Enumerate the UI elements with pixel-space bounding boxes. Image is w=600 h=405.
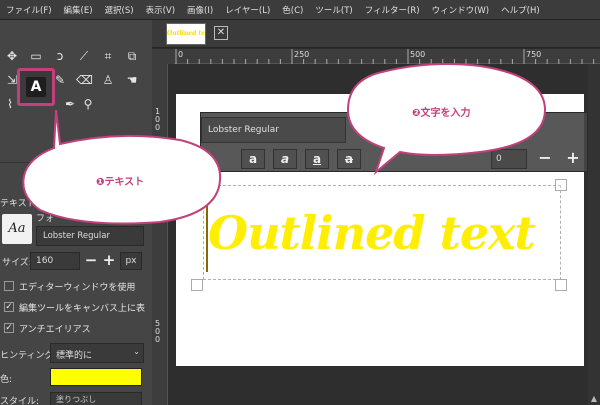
chevron-down-icon: ⌄ — [133, 347, 140, 356]
color-label: 色: — [0, 375, 13, 385]
canvas-text[interactable]: Outlined text — [208, 193, 558, 273]
strikethrough-button[interactable]: a — [337, 149, 361, 169]
lasso-icon[interactable]: ↄ — [52, 48, 68, 64]
hinting-label: ヒンティング: — [0, 351, 57, 361]
edit-on-canvas-checkbox[interactable]: ✓ 編集ツールをキャンバス上に表 — [4, 300, 150, 314]
size-label: サイズ: — [2, 258, 32, 268]
edit-on-canvas-label: 編集ツールをキャンバス上に表 — [19, 303, 146, 314]
vertical-ruler[interactable]: 1 0 0 5 0 0 — [152, 64, 168, 405]
horizontal-ruler[interactable]: 0 250 500 750 — [174, 49, 600, 64]
scroll-down-icon[interactable]: ▲ — [588, 393, 600, 405]
menu-item[interactable]: 編集(E) — [58, 4, 99, 16]
ruler-label: 0 — [155, 335, 161, 344]
checkbox-icon — [4, 281, 14, 291]
font-label: フォ — [36, 214, 55, 224]
menu-item[interactable]: レイヤー(L) — [219, 4, 276, 16]
toolbar-value-input[interactable]: 0 — [491, 149, 527, 169]
toolbar-plus-button[interactable]: + — [563, 147, 583, 169]
paths-icon[interactable]: ⌇ — [2, 96, 18, 112]
menu-item[interactable]: 色(C) — [276, 4, 309, 16]
resize-handle-top-left[interactable] — [191, 179, 203, 191]
ruler-label: 0 — [178, 50, 184, 59]
ruler-label: 500 — [410, 50, 426, 59]
check-icon: ✓ — [4, 323, 14, 333]
unified-transform-icon[interactable]: ⧉ — [124, 48, 140, 64]
use-editor-label: エディターウィンドウを使用 — [19, 282, 136, 293]
underline-button[interactable]: a — [305, 149, 329, 169]
text-color-swatch[interactable] — [50, 368, 142, 386]
ruler-label: 250 — [294, 50, 310, 59]
zoom-icon[interactable]: ⚲ — [80, 96, 96, 112]
crop-icon[interactable]: ⌗ — [100, 48, 116, 64]
bold-button[interactable]: a — [241, 149, 265, 169]
canvas-vertical-scrollbar[interactable]: ▲ — [588, 64, 600, 405]
eraser-icon[interactable]: ⌫ — [76, 72, 93, 88]
menu-item[interactable]: ツール(T) — [309, 4, 358, 16]
menu-bar: ファイル(F) 編集(E) 選択(S) 表示(V) 画像(I) レイヤー(L) 色(C) ツー… — [0, 0, 600, 20]
text-tool-icon: A — [26, 77, 46, 97]
style-select[interactable]: 塗りつぶし — [50, 392, 142, 405]
move-icon[interactable]: ✥ — [4, 48, 20, 64]
size-input[interactable]: 160 — [30, 252, 80, 270]
hinting-select[interactable]: 標準的に ⌄ — [50, 343, 144, 363]
font-preview-button[interactable]: Aa — [2, 214, 32, 244]
use-editor-checkbox[interactable]: エディターウィンドウを使用 — [4, 279, 135, 293]
on-canvas-text-toolbar: Lobster Regular a a a a 0 − + — [200, 112, 588, 172]
fuzzy-select-icon[interactable]: ⟋ — [76, 48, 92, 64]
callout-label-text-tool: ❶テキスト — [96, 177, 145, 188]
close-icon[interactable]: ✕ — [214, 26, 228, 40]
size-increase-button[interactable]: + — [100, 250, 118, 270]
unit-select[interactable]: px — [120, 252, 142, 270]
menu-item[interactable]: ファイル(F) — [0, 4, 58, 16]
resize-handle-bottom-right[interactable] — [555, 279, 567, 291]
toolbar-minus-button[interactable]: − — [535, 147, 555, 169]
menu-item[interactable]: フィルター(R) — [359, 4, 426, 16]
italic-button[interactable]: a — [273, 149, 297, 169]
font-input[interactable]: Lobster Regular — [36, 226, 144, 246]
menu-item[interactable]: 表示(V) — [140, 4, 181, 16]
rect-select-icon[interactable]: ▭ — [28, 48, 44, 64]
ruler-corner — [152, 49, 174, 64]
toolbar-font-input[interactable]: Lobster Regular — [201, 117, 346, 143]
style-label: スタイル: — [0, 397, 40, 405]
resize-handle-bottom-left[interactable] — [191, 279, 203, 291]
ruler-label: 0 — [155, 123, 161, 132]
menu-item[interactable]: 選択(S) — [99, 4, 140, 16]
antialias-checkbox[interactable]: ✓ アンチエイリアス — [4, 321, 91, 335]
image-tab-bar: Outlined text ✕ — [152, 20, 600, 48]
color-picker-icon[interactable]: ✒ — [62, 96, 78, 112]
menu-item[interactable]: ウィンドウ(W) — [426, 4, 496, 16]
check-icon: ✓ — [4, 302, 14, 312]
resize-handle-top-right[interactable] — [555, 179, 567, 191]
callout-label-input: ❷文字を入力 — [412, 108, 471, 119]
text-tool-button[interactable]: A — [17, 68, 55, 106]
clone-icon[interactable]: ♙ — [100, 72, 116, 88]
image-tab-thumbnail[interactable]: Outlined text — [166, 23, 206, 45]
menu-item[interactable]: 画像(I) — [181, 4, 219, 16]
antialias-label: アンチエイリアス — [19, 324, 91, 335]
tool-options-title: テキスト — [0, 199, 36, 209]
ruler-label: 750 — [526, 50, 542, 59]
hinting-value: 標準的に — [56, 351, 93, 361]
menu-item[interactable]: ヘルプ(H) — [495, 4, 546, 16]
size-decrease-button[interactable]: − — [82, 250, 100, 270]
smudge-icon[interactable]: ☚ — [124, 72, 140, 88]
